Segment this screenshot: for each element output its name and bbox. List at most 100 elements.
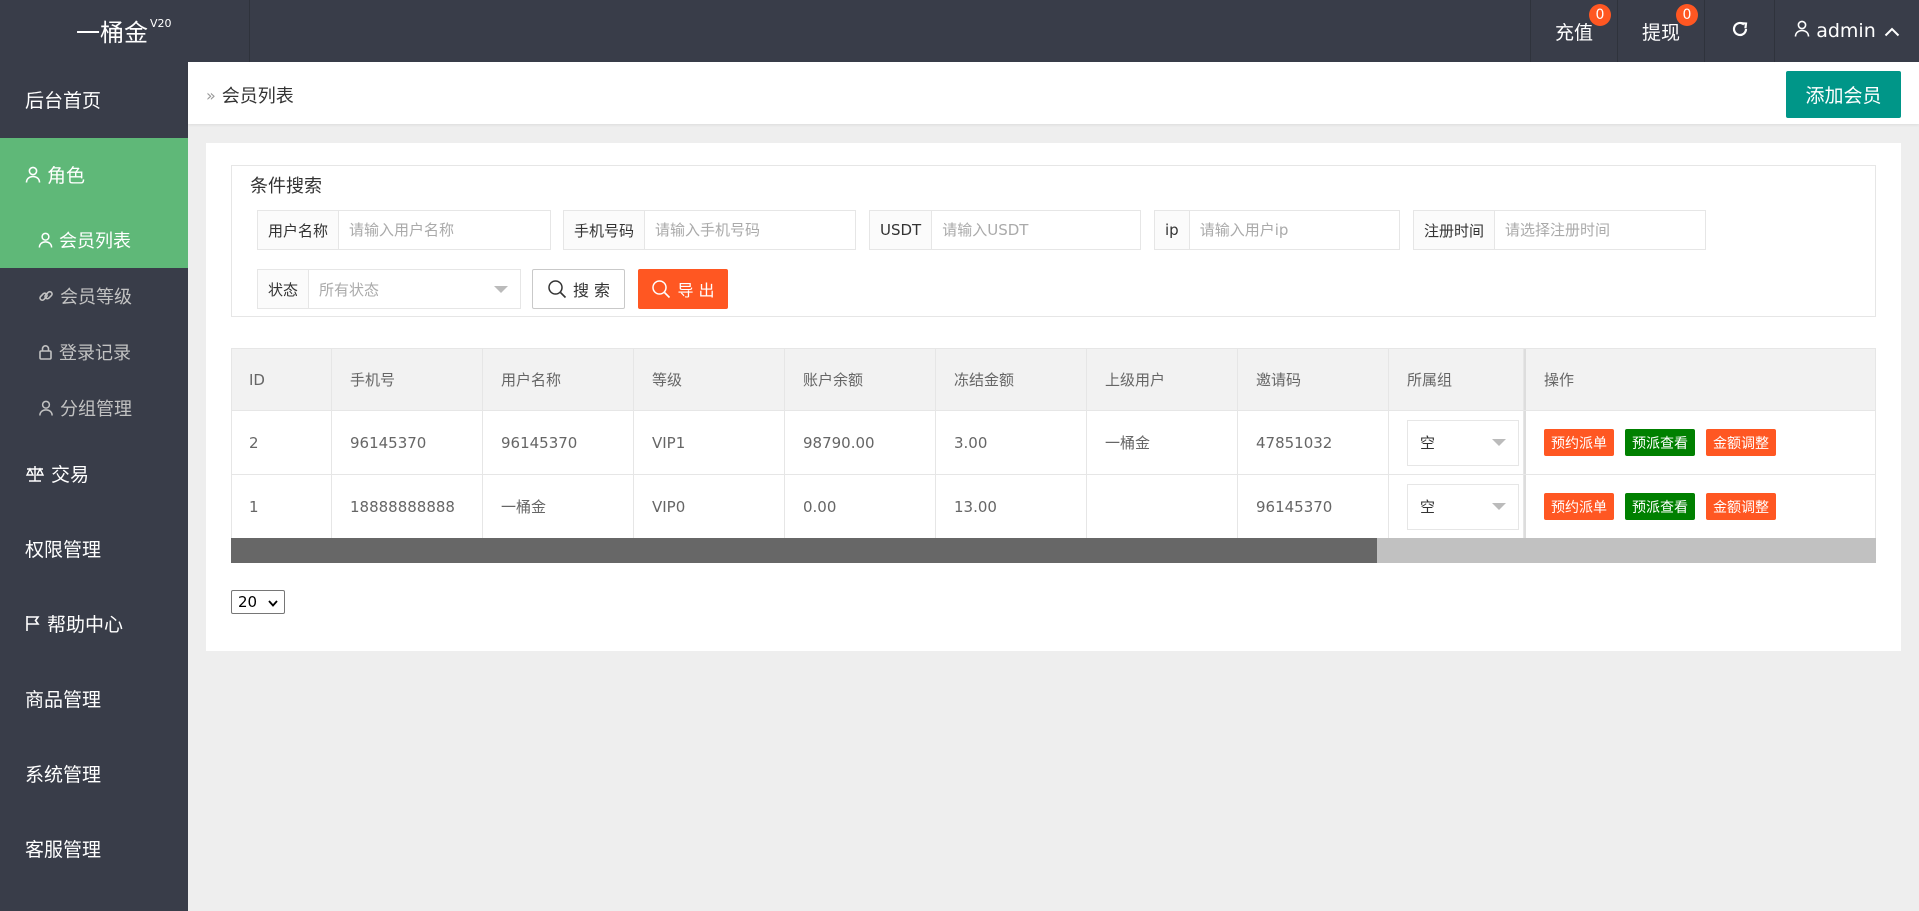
column-header: ID xyxy=(231,349,332,410)
refresh-button[interactable] xyxy=(1704,0,1774,62)
sidebar: 后台首页 角色 会员列表 会员等级 登录记录 分组管理 交易 权限管理 帮助中心… xyxy=(0,62,188,911)
page-size-select[interactable]: 20 xyxy=(231,590,285,614)
breadcrumb: » 会员列表 xyxy=(206,82,294,108)
reserve-order-button[interactable]: 预约派单 xyxy=(1544,429,1614,456)
cell-id: 2 xyxy=(231,411,332,474)
column-header: 等级 xyxy=(634,349,785,410)
column-header: 用户名称 xyxy=(483,349,634,410)
username-field: 用户名称 xyxy=(257,210,551,250)
withdraw-button[interactable]: 提现 0 xyxy=(1617,0,1704,62)
app-version: V20 xyxy=(150,17,172,30)
sidebar-item-group-manage[interactable]: 分组管理 xyxy=(0,380,188,436)
withdraw-badge: 0 xyxy=(1676,4,1698,26)
search-icon xyxy=(547,279,567,299)
user-name: admin xyxy=(1816,20,1876,42)
user-icon xyxy=(38,232,53,248)
user-menu[interactable]: admin xyxy=(1774,0,1919,62)
cell-id: 1 xyxy=(231,475,332,538)
cell-actions: 预约派单 预派查看 金额调整 xyxy=(1524,411,1876,474)
withdraw-label: 提现 xyxy=(1641,21,1680,44)
sidebar-item-member-level[interactable]: 会员等级 xyxy=(0,268,188,324)
sidebar-item-permission[interactable]: 权限管理 xyxy=(0,511,188,586)
sidebar-item-label: 会员列表 xyxy=(59,231,131,252)
column-header: 操作 xyxy=(1524,349,1876,410)
sidebar-item-label: 角色 xyxy=(47,165,86,187)
sidebar-item-goods[interactable]: 商品管理 xyxy=(0,661,188,736)
sidebar-item-member-list[interactable]: 会员列表 xyxy=(0,212,188,268)
cell-frozen: 13.00 xyxy=(936,475,1087,538)
ip-field: ip xyxy=(1154,210,1400,250)
cell-actions: 预约派单 预派查看 金额调整 xyxy=(1524,475,1876,538)
cell-frozen: 3.00 xyxy=(936,411,1087,474)
column-header: 所属组 xyxy=(1389,349,1524,410)
refresh-icon xyxy=(1731,20,1749,43)
view-reserve-button[interactable]: 预派查看 xyxy=(1625,493,1695,520)
group-select[interactable]: 空 xyxy=(1407,419,1519,466)
cell-balance: 0.00 xyxy=(785,475,936,538)
flag-icon xyxy=(25,615,41,632)
sidebar-item-label: 后台首页 xyxy=(25,90,102,112)
sidebar-item-help[interactable]: 帮助中心 xyxy=(0,586,188,661)
field-label: ip xyxy=(1155,211,1190,249)
sidebar-item-trade[interactable]: 交易 xyxy=(0,436,188,511)
group-select[interactable]: 空 xyxy=(1407,483,1519,530)
field-label: 注册时间 xyxy=(1414,211,1496,249)
user-group-icon xyxy=(38,400,54,416)
sidebar-item-label: 登录记录 xyxy=(59,343,131,364)
search-icon xyxy=(651,279,671,299)
recharge-button[interactable]: 充值 0 xyxy=(1530,0,1617,62)
recharge-badge: 0 xyxy=(1589,4,1611,26)
page-header: » 会员列表 添加会员 xyxy=(188,62,1919,124)
status-select[interactable]: 所有状态 xyxy=(309,270,520,308)
ip-input[interactable] xyxy=(1189,211,1399,249)
column-header: 冻结金额 xyxy=(936,349,1087,410)
username-input[interactable] xyxy=(339,211,550,249)
field-label: 用户名称 xyxy=(258,211,340,249)
page-size-value: 20 xyxy=(238,593,258,611)
export-button[interactable]: 导 出 xyxy=(638,269,728,309)
adjust-amount-button[interactable]: 金额调整 xyxy=(1706,493,1776,520)
reserve-order-button[interactable]: 预约派单 xyxy=(1544,493,1614,520)
recharge-label: 充值 xyxy=(1554,21,1593,44)
sidebar-item-label: 系统管理 xyxy=(25,764,102,786)
usdt-input[interactable] xyxy=(932,211,1140,249)
register-time-input[interactable] xyxy=(1495,211,1705,249)
table-border xyxy=(1875,348,1876,539)
chevron-down-icon xyxy=(1492,439,1506,446)
sidebar-item-system[interactable]: 系统管理 xyxy=(0,736,188,811)
sidebar-item-label: 会员等级 xyxy=(60,287,132,308)
sidebar-item-role[interactable]: 角色 xyxy=(0,137,188,212)
cell-phone: 18888888888 xyxy=(332,475,483,538)
group-select-value: 空 xyxy=(1420,434,1436,452)
view-reserve-button[interactable]: 预派查看 xyxy=(1625,429,1695,456)
top-actions: 充值 0 提现 0 admin xyxy=(1530,0,1919,62)
cell-username: 一桶金 xyxy=(483,475,634,538)
sidebar-item-login-log[interactable]: 登录记录 xyxy=(0,324,188,380)
search-button[interactable]: 搜 索 xyxy=(532,269,625,309)
phone-input[interactable] xyxy=(645,211,855,249)
cell-invite-code: 96145370 xyxy=(1238,475,1389,538)
sidebar-item-home[interactable]: 后台首页 xyxy=(0,62,188,137)
cell-group: 空 xyxy=(1389,411,1524,474)
add-member-button[interactable]: 添加会员 xyxy=(1786,71,1901,118)
status-field: 状态 所有状态 xyxy=(257,269,521,309)
adjust-amount-button[interactable]: 金额调整 xyxy=(1706,429,1776,456)
horizontal-scrollbar[interactable] xyxy=(231,538,1876,563)
scrollbar-thumb[interactable] xyxy=(231,538,1377,563)
column-header: 手机号 xyxy=(332,349,483,410)
chevron-down-icon xyxy=(268,593,278,611)
table-border xyxy=(231,348,232,539)
sidebar-item-label: 权限管理 xyxy=(25,539,102,561)
register-time-field: 注册时间 xyxy=(1413,210,1706,250)
phone-field: 手机号码 xyxy=(563,210,856,250)
export-button-label: 导 出 xyxy=(677,281,715,300)
top-header: 一桶金 V20 充值 0 提现 0 admin xyxy=(0,0,1919,62)
cell-level: VIP0 xyxy=(634,475,785,538)
sidebar-item-label: 分组管理 xyxy=(60,399,132,420)
cell-parent: 一桶金 xyxy=(1087,411,1238,474)
logo: 一桶金 V20 xyxy=(0,0,250,62)
status-select-value: 所有状态 xyxy=(319,280,380,299)
table-row: 2 96145370 96145370 VIP1 98790.00 3.00 一… xyxy=(231,411,1876,475)
table-row: 1 18888888888 一桶金 VIP0 0.00 13.00 961453… xyxy=(231,475,1876,539)
sidebar-item-service[interactable]: 客服管理 xyxy=(0,811,188,886)
